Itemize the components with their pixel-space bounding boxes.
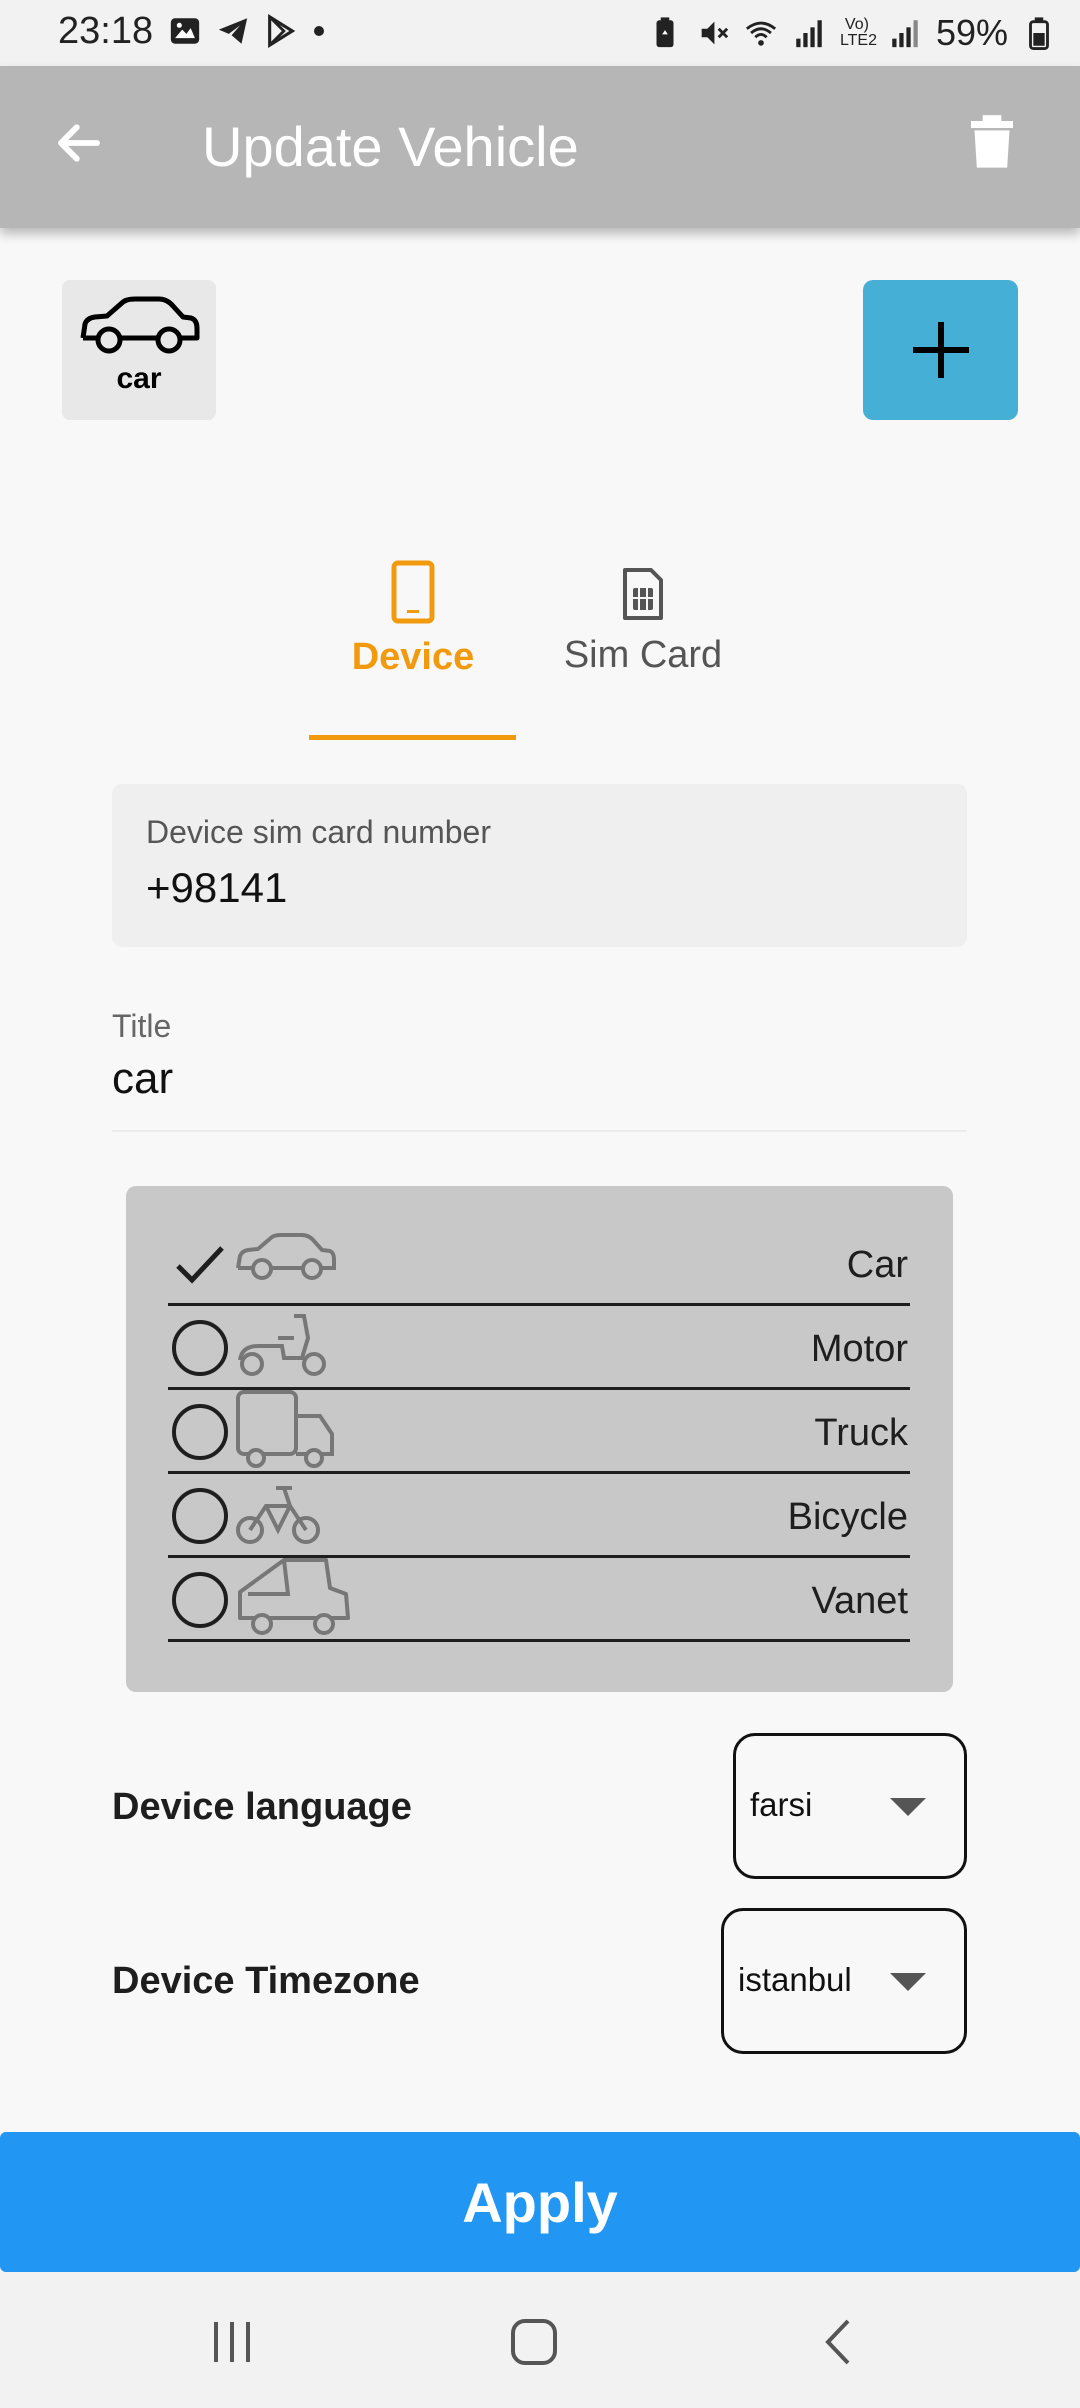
page-title: Update Vehicle [202,115,579,178]
tab-device[interactable]: Device [310,560,516,740]
system-icons: Vo) LTE2 59% [648,12,1056,54]
telegram-icon [218,18,248,44]
dot-icon [314,26,324,36]
battery-saver-icon [656,17,674,48]
smartphone-icon [391,560,435,624]
back-icon [825,2319,850,2365]
trash-icon [971,115,1013,168]
mute-icon [701,21,729,45]
car-icon [236,1233,336,1280]
vehicle-type-vanet[interactable]: Vanet [168,1558,910,1642]
recent-apps-icon [214,2322,250,2362]
vehicle-type-car[interactable]: Car [168,1222,910,1306]
sim-number-label: Device sim card number [146,814,491,850]
device-language-value: farsi [750,1786,813,1823]
vehicle-type-selector: Car Motor Truck Bicycle Vanet [126,1186,953,1692]
delete-button[interactable] [956,106,1028,178]
image-icon [170,18,200,44]
radio-button[interactable] [172,1404,228,1460]
nav-back-button[interactable] [798,2314,878,2370]
volte-label: Vo) LTE2 [839,16,877,49]
sim-number-field[interactable]: Device sim card number [112,784,967,947]
vehicle-type-truck-label: Truck [814,1412,908,1454]
van-icon [238,1558,350,1635]
title-input[interactable] [112,1054,967,1132]
tab-sim-card[interactable]: Sim Card [540,560,746,740]
device-language-dropdown[interactable]: farsi [733,1733,967,1879]
notification-icons [168,14,326,48]
sim-card-icon [623,568,663,620]
play-store-icon [268,14,296,48]
device-timezone-dropdown[interactable]: istanbul [721,1908,967,2054]
bicycle-icon [236,1486,320,1544]
vehicle-type-car-label: Car [846,1244,908,1286]
tab-device-label: Device [351,636,475,678]
checkmark-icon [176,1246,224,1284]
vehicle-type-truck[interactable]: Truck [168,1390,910,1474]
vehicle-type-bicycle-label: Bicycle [787,1496,908,1538]
device-timezone-label: Device Timezone [112,1960,420,2002]
back-button[interactable] [46,110,112,176]
tab-indicator [309,735,516,740]
truck-icon [236,1390,334,1468]
radio-button[interactable] [172,1320,228,1376]
battery-percent: 59% [935,12,1008,53]
apply-button[interactable]: Apply [0,2132,1080,2272]
signal-icon [892,20,918,48]
title-label: Title [112,1008,172,1044]
caret-down-icon [890,1798,926,1816]
vehicle-thumbnail[interactable]: car [62,280,216,420]
vehicle-type-vanet-label: Vanet [811,1580,908,1622]
recent-apps-button[interactable] [192,2314,272,2370]
vehicle-type-motor[interactable]: Motor [168,1306,910,1390]
plus-icon [912,322,969,378]
arrow-left-icon [58,124,100,162]
scooter-icon [238,1314,326,1376]
wifi-icon [745,21,776,46]
battery-icon [1029,17,1049,50]
system-nav-bar [0,2272,1080,2408]
home-button[interactable] [494,2314,574,2370]
car-icon [80,296,200,354]
radio-button[interactable] [172,1488,228,1544]
tab-sim-card-label: Sim Card [563,634,723,676]
signal-icon [796,20,822,48]
caret-down-icon [890,1973,926,1991]
app-bar: Update Vehicle [0,66,1080,228]
add-button[interactable] [863,280,1018,420]
device-language-label: Device language [112,1786,412,1828]
vehicle-type-bicycle[interactable]: Bicycle [168,1474,910,1558]
vehicle-type-motor-label: Motor [810,1328,908,1370]
device-timezone-value: istanbul [738,1961,852,1998]
vehicle-thumbnail-label: car [116,362,162,395]
home-icon [511,2319,557,2365]
status-bar: 23:18 Vo) LTE2 59% [0,0,1080,66]
status-time: 23:18 [58,10,154,52]
sim-number-input[interactable] [146,864,926,912]
radio-button[interactable] [172,1572,228,1628]
